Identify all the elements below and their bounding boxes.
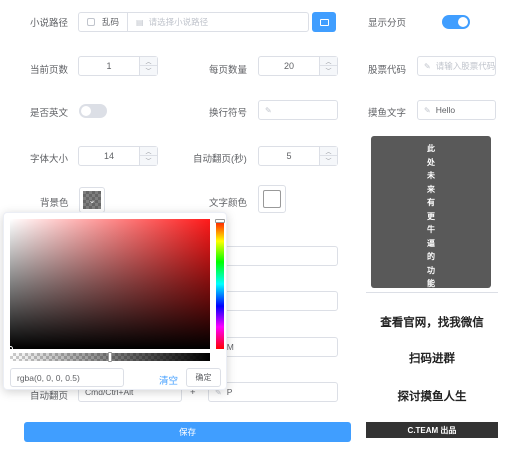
stock-code-label: 股票代码 xyxy=(368,65,407,76)
text-color-trigger[interactable] xyxy=(258,185,286,213)
chevron-up-icon[interactable]: ︿ xyxy=(320,147,337,156)
saturation-panel[interactable] xyxy=(8,219,210,351)
garbled-label: 乱码 xyxy=(102,17,120,27)
per-page-stepper[interactable]: ︿ ﹀ xyxy=(319,57,337,75)
novel-path-placeholder: 请选择小说路径 xyxy=(148,17,209,27)
preview-char: 的 xyxy=(427,252,435,261)
font-size-input[interactable]: 14 ︿ ﹀ xyxy=(78,146,158,166)
is-english-switch[interactable] xyxy=(79,104,107,118)
novel-path-label: 小说路径 xyxy=(30,18,69,29)
hue-slider[interactable] xyxy=(215,219,225,349)
folder-icon xyxy=(319,18,329,26)
font-size-value: 14 xyxy=(103,151,114,161)
per-page-label: 每页数量 xyxy=(209,65,248,76)
folder-select-button[interactable] xyxy=(312,12,336,32)
chevron-down-icon[interactable]: ﹀ xyxy=(320,66,337,75)
per-page-input[interactable]: 20 ︿ ﹀ xyxy=(258,56,338,76)
text-color-label: 文字颜色 xyxy=(209,198,248,209)
preview-char: 处 xyxy=(427,157,435,167)
garbled-checkbox[interactable]: 乱码 xyxy=(79,13,129,31)
show-paging-switch[interactable] xyxy=(442,15,470,29)
hue-slider-thumb[interactable] xyxy=(215,219,225,223)
document-icon: ▤ xyxy=(136,17,144,27)
current-page-stepper[interactable]: ︿ ﹀ xyxy=(139,57,157,75)
chevron-up-icon[interactable]: ︿ xyxy=(140,147,157,156)
chevron-up-icon[interactable]: ︿ xyxy=(140,57,157,66)
alpha-slider[interactable] xyxy=(10,352,210,362)
stock-code-input[interactable]: ✎ 请输入股票代码 xyxy=(417,56,496,76)
preview-char: 功 xyxy=(427,265,435,275)
preview-vertical-text: 此处未来有更牛逼的功能 xyxy=(371,142,491,291)
promo-line-1: 查看官网，找我微信 xyxy=(380,317,484,329)
auto-page-key-input[interactable]: ✎ P xyxy=(208,382,338,402)
font-size-label: 字体大小 xyxy=(30,154,69,165)
promo-line-2: 扫码进群 xyxy=(409,353,455,365)
show-paging-label: 显示分页 xyxy=(368,18,407,29)
color-value-input[interactable]: rgba(0, 0, 0, 0.5) xyxy=(10,368,124,387)
bg-color-swatch: ⌄ xyxy=(83,191,101,209)
save-button[interactable]: 保存 xyxy=(24,422,351,442)
hidden-input-2[interactable]: ✎ xyxy=(208,291,338,311)
preview-divider xyxy=(366,292,498,293)
checkbox-box[interactable] xyxy=(87,18,95,26)
fish-text-label: 摸鱼文字 xyxy=(368,108,407,119)
preview-char: 未 xyxy=(427,171,435,180)
stock-code-placeholder: 请输入股票代码 xyxy=(435,61,496,71)
current-page-input[interactable]: 1 ︿ ﹀ xyxy=(78,56,158,76)
auto-page-label: 自动翻页(秒) xyxy=(193,154,247,165)
novel-path-input[interactable]: 乱码 ▤ 请选择小说路径 xyxy=(78,12,309,32)
auto-page-input[interactable]: 5 ︿ ﹀ xyxy=(258,146,338,166)
preview-char: 来 xyxy=(427,184,435,194)
alpha-slider-thumb[interactable] xyxy=(108,352,112,362)
edit-icon: ✎ xyxy=(265,105,272,115)
saturation-cursor[interactable] xyxy=(8,346,13,351)
preview-char: 逼 xyxy=(427,238,435,248)
bg-color-label: 背景色 xyxy=(40,198,69,209)
auto-page-key-label: 自动翻页 xyxy=(30,391,69,402)
fish-text-input[interactable]: ✎ Hello xyxy=(417,100,496,120)
switch-knob xyxy=(81,106,91,116)
current-page-label: 当前页数 xyxy=(30,65,69,76)
switch-knob xyxy=(458,17,468,27)
auto-page-key-value: P xyxy=(226,387,233,397)
chevron-down-icon[interactable]: ﹀ xyxy=(140,156,157,165)
hidden-input-3[interactable]: ✎ M xyxy=(208,337,338,357)
auto-page-stepper[interactable]: ︿ ﹀ xyxy=(319,147,337,165)
text-color-swatch xyxy=(263,190,281,208)
color-value-text: rgba(0, 0, 0, 0.5) xyxy=(17,372,80,383)
preview-char: 此 xyxy=(427,144,435,153)
chevron-down-icon[interactable]: ﹀ xyxy=(320,156,337,165)
preview-char: 更 xyxy=(427,211,435,221)
preview-panel: 此处未来有更牛逼的功能 xyxy=(371,136,491,288)
promo-line-3: 探讨摸鱼人生 xyxy=(397,391,467,403)
edit-icon: ✎ xyxy=(424,61,431,71)
preview-char: 能 xyxy=(427,279,435,288)
per-page-value: 20 xyxy=(283,61,294,71)
confirm-color-button[interactable]: 确定 xyxy=(186,368,221,387)
color-picker-panel: rgba(0, 0, 0, 0.5) 清空 确定 xyxy=(3,212,227,390)
font-size-stepper[interactable]: ︿ ﹀ xyxy=(139,147,157,165)
auto-page-value: 5 xyxy=(286,151,292,161)
bg-color-trigger[interactable]: ⌄ xyxy=(79,187,105,213)
line-break-input[interactable]: ✎ xyxy=(258,100,338,120)
preview-char: 有 xyxy=(427,198,435,207)
edit-icon: ✎ xyxy=(424,105,431,115)
fish-text-value: Hello xyxy=(435,105,456,115)
preview-char: 牛 xyxy=(427,225,435,234)
line-break-label: 换行符号 xyxy=(209,108,248,119)
hidden-input-3-value: M xyxy=(226,342,234,352)
chevron-down-icon: ⌄ xyxy=(83,191,101,209)
chevron-up-icon[interactable]: ︿ xyxy=(320,57,337,66)
current-page-value: 1 xyxy=(106,61,112,71)
footer-credit: C.TEAM 出品 xyxy=(366,422,498,438)
is-english-label: 是否英文 xyxy=(30,108,69,119)
hidden-input-1[interactable]: ✎ xyxy=(208,246,338,266)
clear-color-button[interactable]: 清空 xyxy=(159,373,178,387)
chevron-down-icon[interactable]: ﹀ xyxy=(140,66,157,75)
